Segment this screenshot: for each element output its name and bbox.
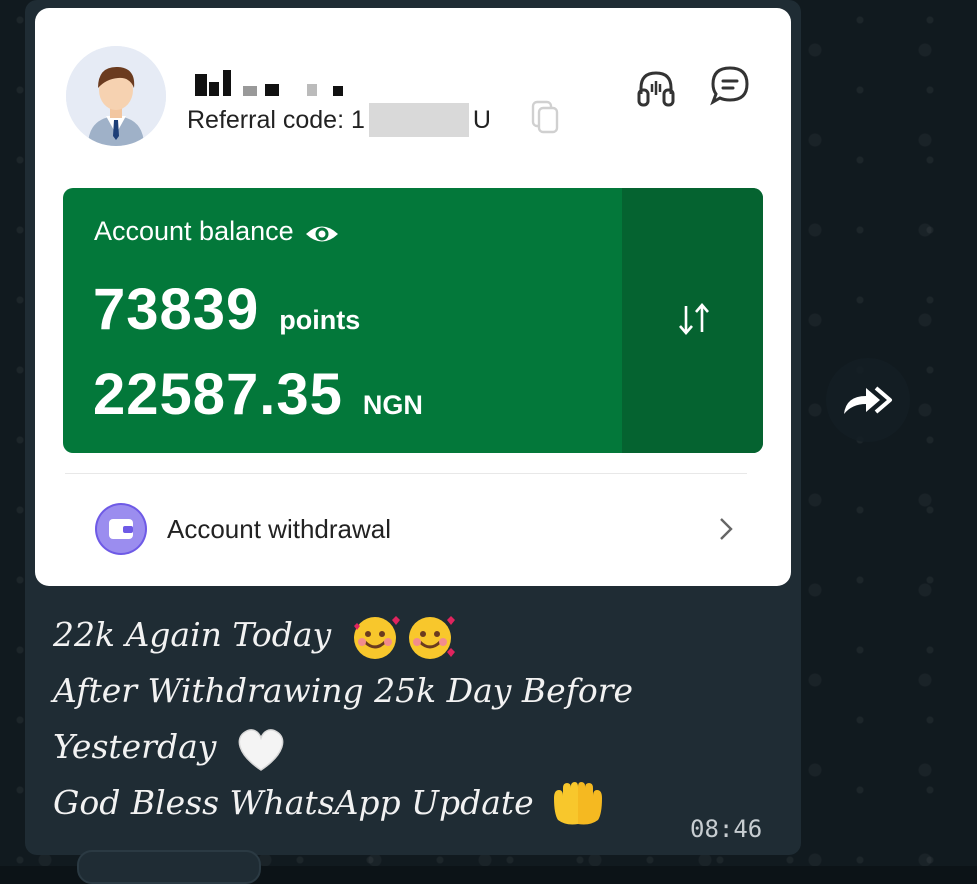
message-text: 22k Again Today After Withdrawing 25k Da… xyxy=(53,607,753,831)
referral-code: Referral code: 1 U xyxy=(187,103,491,137)
referral-suffix: U xyxy=(472,105,491,134)
ngn-value: 22587.35 xyxy=(93,362,343,427)
wallet-icon xyxy=(95,503,147,555)
points-unit: points xyxy=(279,305,361,335)
chevron-right-icon[interactable] xyxy=(717,515,735,543)
account-withdrawal-row[interactable]: Account withdrawal xyxy=(95,503,735,555)
divider xyxy=(65,473,747,474)
smiling-face-with-hearts-icon xyxy=(353,616,455,659)
forward-button[interactable] xyxy=(826,358,910,442)
referral-code-redacted xyxy=(368,103,469,137)
account-balance-card[interactable]: Account balance 73839 points 22587.35 NG… xyxy=(63,188,763,453)
forward-icon xyxy=(844,386,892,414)
chat-icon[interactable] xyxy=(709,64,751,106)
ngn-balance: 22587.35 NGN xyxy=(93,361,423,428)
points-balance: 73839 points xyxy=(93,276,360,343)
message-line-2: After Withdrawing 25k Day Before xyxy=(53,671,634,710)
message-timestamp: 08:46 xyxy=(690,815,763,843)
message-line-4: God Bless WhatsApp Update xyxy=(53,775,753,831)
eye-icon[interactable] xyxy=(304,221,340,247)
message-line-3-text: Yesterday xyxy=(53,727,217,766)
balance-header: Account balance xyxy=(94,216,340,247)
message-line-1: 22k Again Today xyxy=(53,607,753,663)
message-line-4-text: God Bless WhatsApp Update xyxy=(53,783,534,822)
withdraw-label: Account withdrawal xyxy=(167,513,391,544)
message-line-3: Yesterday xyxy=(53,719,753,775)
points-value: 73839 xyxy=(93,277,260,342)
avatar xyxy=(66,46,166,146)
white-heart-icon xyxy=(238,729,284,771)
screenshot-card[interactable]: Referral code: 1 U Account balance 73839… xyxy=(35,8,791,586)
palms-up-together-icon xyxy=(554,782,603,825)
ngn-unit: NGN xyxy=(362,390,423,420)
headset-icon[interactable] xyxy=(635,68,677,110)
reply-pill[interactable] xyxy=(77,850,261,884)
username-redacted xyxy=(195,70,343,96)
transfer-icon[interactable] xyxy=(675,300,713,338)
message-line-1-text: 22k Again Today xyxy=(53,615,332,654)
referral-label: Referral code: 1 xyxy=(187,105,365,134)
balance-label: Account balance xyxy=(94,216,294,246)
copy-icon[interactable] xyxy=(530,100,560,134)
